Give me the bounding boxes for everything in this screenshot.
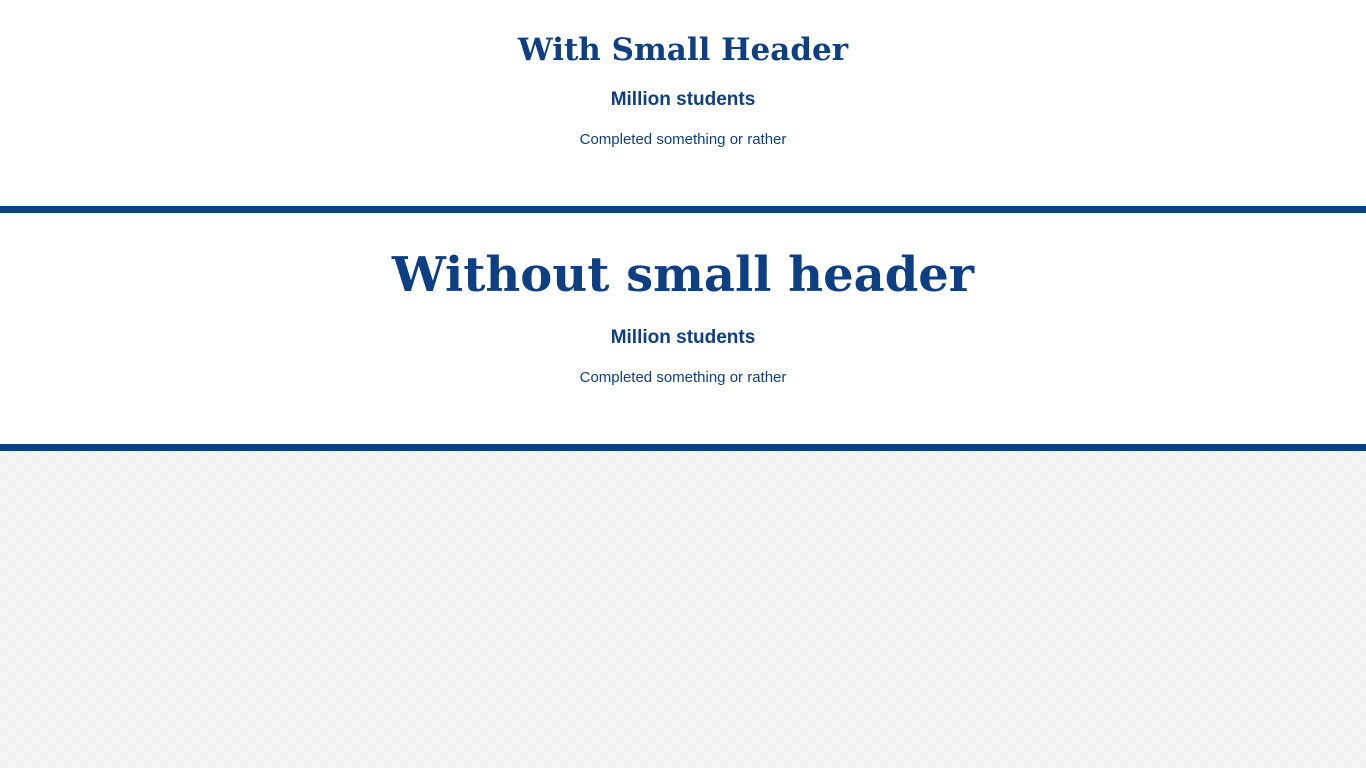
- section-title: Without small header: [391, 247, 975, 303]
- stat-heading: Million students: [610, 89, 756, 110]
- stat-heading: Million students: [610, 327, 756, 348]
- stat-section-small-header: With Small Header Million students Compl…: [0, 0, 1366, 213]
- stat-section-no-small-header: Without small header Million students Co…: [0, 213, 1366, 451]
- stat-description: Completed something or rather: [579, 131, 787, 148]
- section-title: With Small Header: [517, 32, 849, 68]
- stat-description: Completed something or rather: [579, 369, 787, 386]
